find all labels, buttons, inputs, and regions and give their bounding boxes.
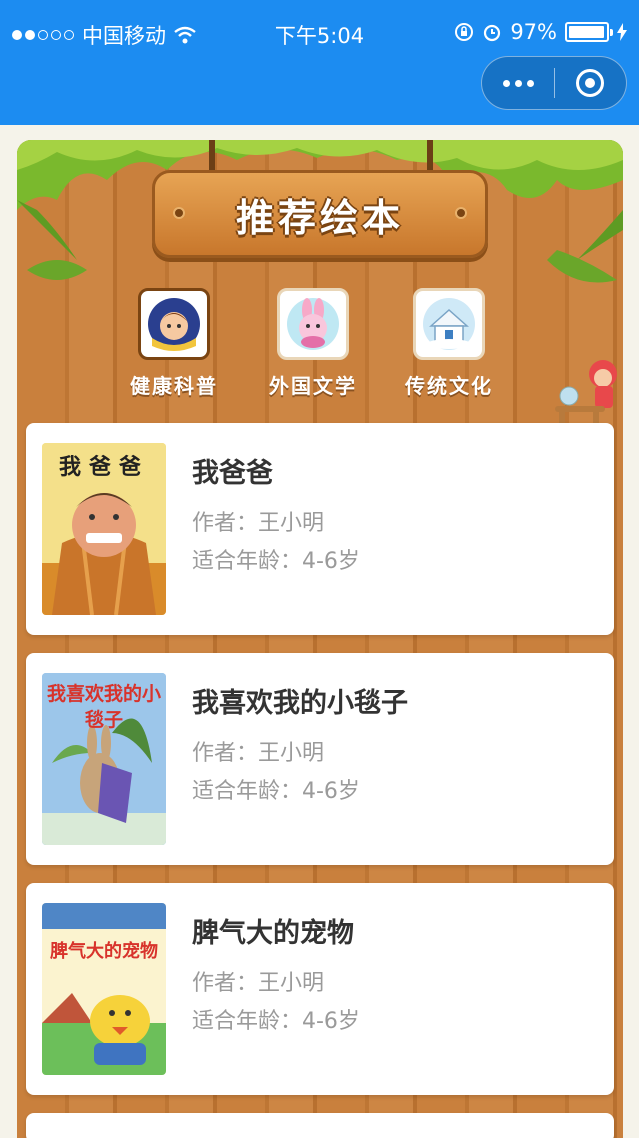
girl-reading-illustration [555,360,617,430]
sign-nail-left [173,207,185,219]
top-bar: 中国移动 下午5:04 97% [0,0,639,125]
alarm-icon [484,24,501,42]
tab-traditional-culture[interactable]: 传统文化 [389,288,509,399]
book-card-partial[interactable] [26,1113,614,1138]
close-button[interactable] [555,57,626,109]
target-icon [576,69,605,97]
category-tabs: 健康科普 外国文学 传统文化 [17,288,623,403]
book-author: 作者：王小明 [192,741,325,766]
status-right: 97% [454,20,627,44]
rotation-lock-icon [455,23,474,41]
book-age: 适合年龄：4-6岁 [192,1009,360,1034]
book-cover: 脾气大的宠物 [42,903,166,1075]
tab-label: 传统文化 [405,374,493,398]
book-cover: 我爸爸 [42,443,166,615]
sign-nail-right [455,207,467,219]
banner-sign: 推荐绘本 [152,170,488,258]
book-author: 作者：王小明 [192,971,325,996]
tab-health-science[interactable]: 健康科普 [114,288,234,399]
cover-title: 我爸爸 [58,455,149,480]
cover-title: 脾气大的宠物 [50,941,158,962]
more-button[interactable] [482,57,554,109]
snow-house-icon [413,288,485,360]
more-dots-icon [502,79,510,87]
banner-title: 推荐绘本 [235,195,404,240]
bunny-icon [277,288,349,360]
book-card[interactable]: 我喜欢我的小毯子 我喜欢我的小毯子 作者：王小明 适合年龄：4-6岁 [26,653,614,865]
book-title: 我喜欢我的小毯子 [192,688,408,719]
book-author: 作者：王小明 [192,511,325,536]
mini-program-capsule [481,56,627,110]
cover-title: 我喜欢我的小毯子 [46,683,161,731]
battery-percent: 97% [510,20,557,44]
tab-label: 健康科普 [130,374,218,398]
book-cover: 我喜欢我的小毯子 [42,673,166,845]
charging-icon [617,23,627,41]
book-age: 适合年龄：4-6岁 [192,779,360,804]
tab-foreign-literature[interactable]: 外国文学 [253,288,373,399]
book-title: 我爸爸 [192,458,273,489]
book-age: 适合年龄：4-6岁 [192,549,360,574]
battery-icon [565,22,613,42]
tab-label: 外国文学 [269,374,357,398]
book-card[interactable]: 我爸爸 我爸爸 作者：王小明 适合年龄：4-6岁 [26,423,614,635]
astronaut-kid-icon [138,288,210,360]
book-title: 脾气大的宠物 [192,918,354,949]
book-card[interactable]: 脾气大的宠物 脾气大的宠物 作者：王小明 适合年龄：4-6岁 [26,883,614,1095]
